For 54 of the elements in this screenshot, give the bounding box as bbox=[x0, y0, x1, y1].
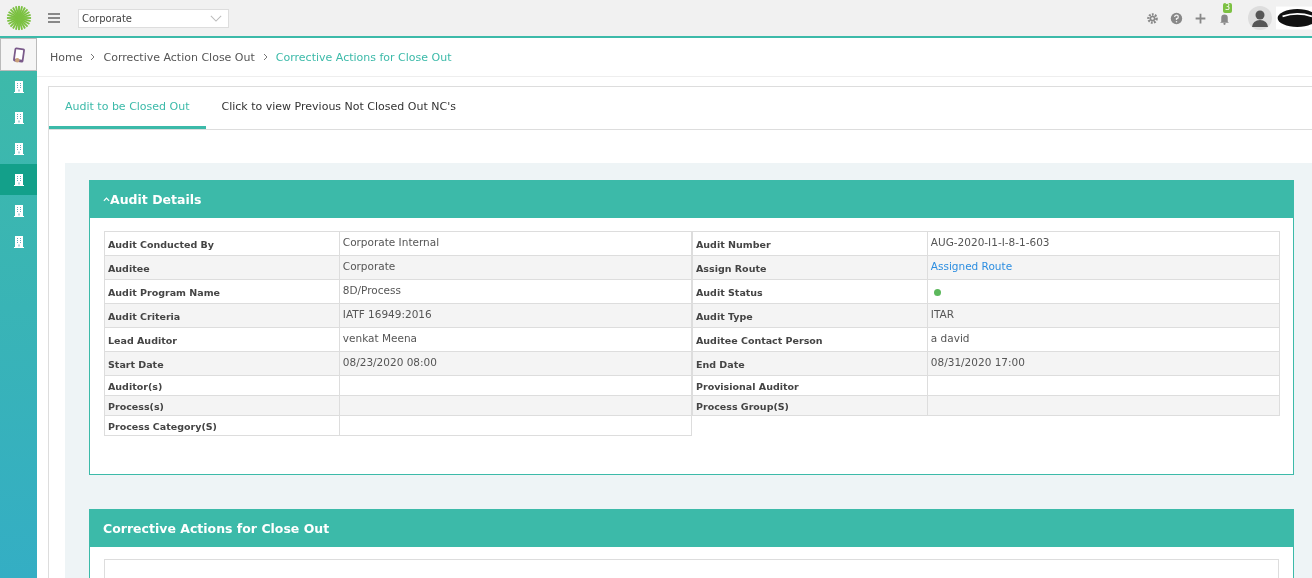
avatar[interactable] bbox=[1248, 6, 1272, 30]
field-label: Assign Route bbox=[692, 255, 928, 280]
settings-icon[interactable] bbox=[1146, 11, 1159, 25]
building-icon bbox=[13, 173, 24, 186]
section-title: Corrective Actions for Close Out bbox=[103, 521, 330, 536]
field-value: Corporate Internal bbox=[339, 231, 692, 256]
field-label: Process Category(S) bbox=[104, 415, 340, 436]
field-label: Auditor(s) bbox=[104, 375, 340, 396]
field-label: Audit Program Name bbox=[104, 279, 340, 304]
field-label: End Date bbox=[692, 351, 928, 376]
field-label: Provisional Auditor bbox=[692, 375, 928, 396]
field-label: Auditee Contact Person bbox=[692, 327, 928, 352]
field-value: AUG-2020-I1-I-8-1-603 bbox=[927, 231, 1280, 256]
notification-badge: 3 bbox=[1223, 2, 1233, 13]
help-icon[interactable] bbox=[1170, 11, 1183, 25]
building-icon bbox=[13, 111, 24, 124]
breadcrumb-link[interactable]: Home bbox=[50, 50, 83, 64]
section-title: Audit Details bbox=[110, 192, 202, 207]
field-label: Process(s) bbox=[104, 395, 340, 416]
org-select[interactable]: Corporate bbox=[78, 8, 229, 28]
building-icon bbox=[13, 142, 24, 155]
field-value: 08/23/2020 08:00 bbox=[339, 351, 692, 376]
field-value: 8D/Process bbox=[339, 279, 692, 304]
field-label: Lead Auditor bbox=[104, 327, 340, 352]
field-label: Audit Criteria bbox=[104, 303, 340, 328]
sidebar-item[interactable] bbox=[0, 164, 37, 195]
notification-bell-icon[interactable] bbox=[1218, 11, 1231, 25]
field-label: Start Date bbox=[104, 351, 340, 376]
logo-icon bbox=[6, 5, 32, 31]
chevron-right-icon bbox=[90, 53, 96, 61]
field-label: Auditee bbox=[104, 255, 340, 280]
menu-icon[interactable] bbox=[48, 13, 60, 23]
field-value: 08/31/2020 17:00 bbox=[927, 351, 1280, 376]
caret-icon bbox=[103, 197, 110, 202]
field-label: Audit Type bbox=[692, 303, 928, 328]
field-value: Corporate bbox=[339, 255, 692, 280]
field-value: venkat Meena bbox=[339, 327, 692, 352]
tab[interactable]: Click to view Previous Not Closed Out NC's bbox=[205, 87, 472, 129]
field-value: a david bbox=[927, 327, 1280, 352]
field-label: Audit Number bbox=[692, 231, 928, 256]
building-icon bbox=[13, 204, 24, 217]
field-label: Audit Status bbox=[692, 279, 928, 304]
field-label: Audit Conducted By bbox=[104, 231, 340, 256]
building-icon bbox=[13, 80, 24, 93]
clipboard-icon[interactable] bbox=[11, 45, 26, 64]
company-logo bbox=[1276, 5, 1312, 31]
field-value: ITAR bbox=[927, 303, 1280, 328]
field-label: Process Group(S) bbox=[692, 395, 928, 416]
field-value: IATF 16949:2016 bbox=[339, 303, 692, 328]
chevron-right-icon bbox=[262, 53, 268, 61]
chevron-down-icon bbox=[210, 14, 222, 22]
add-icon[interactable] bbox=[1194, 11, 1207, 25]
breadcrumb-link[interactable]: Corrective Action Close Out bbox=[103, 50, 255, 64]
building-icon bbox=[13, 235, 24, 248]
